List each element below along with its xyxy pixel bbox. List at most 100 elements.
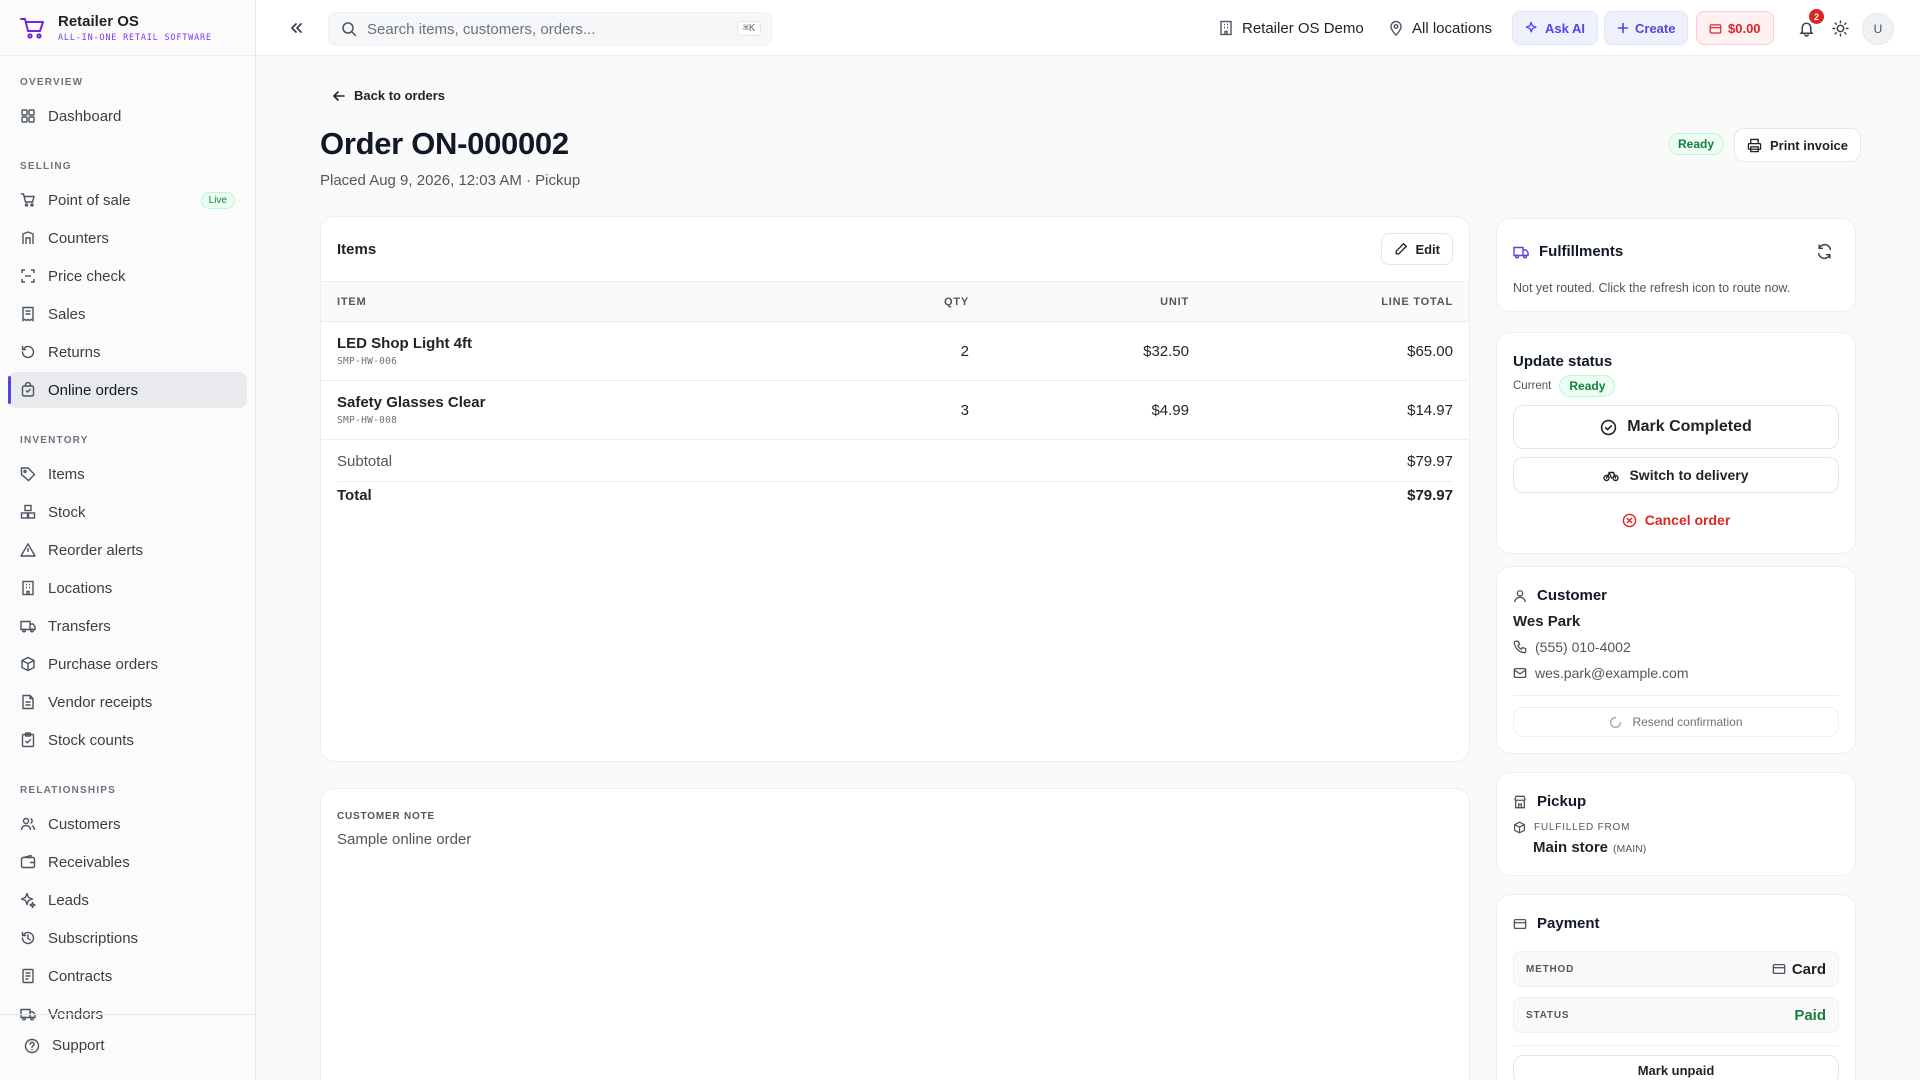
resend-label: Resend confirmation [1632, 715, 1743, 729]
item-qty: 2 [869, 321, 969, 381]
customer-phone-text: (555) 010-4002 [1535, 639, 1631, 655]
fulfillments-title: Fulfillments [1539, 243, 1624, 260]
sidebar-item-label: Returns [48, 343, 101, 361]
sidebar-footer: Support [0, 1014, 255, 1080]
payment-status-row: STATUS Paid [1513, 997, 1839, 1033]
store-switcher[interactable]: Retailer OS Demo [1218, 0, 1364, 56]
avatar[interactable]: U [1862, 13, 1894, 45]
sidebar-item-point-of-sale[interactable]: Point of sale Live [8, 182, 247, 218]
route-refresh-button[interactable] [1816, 243, 1833, 260]
subtotal-value: $79.97 [1407, 453, 1453, 470]
customer-phone[interactable]: (555) 010-4002 [1513, 639, 1631, 655]
mark-unpaid-button[interactable]: Mark unpaid [1513, 1055, 1839, 1080]
theme-toggle[interactable] [1832, 0, 1849, 56]
ask-ai-button[interactable]: Ask AI [1512, 11, 1598, 45]
sidebar-item-stock[interactable]: Stock [8, 494, 247, 530]
sidebar-item-returns[interactable]: Returns [8, 334, 247, 370]
edit-items-button[interactable]: Edit [1381, 233, 1453, 265]
customer-note-text: Sample online order [337, 831, 472, 848]
sidebar-item-leads[interactable]: Leads [8, 882, 247, 918]
sidebar-item-online-orders[interactable]: Online orders [8, 372, 247, 408]
status-badge: Ready [1668, 133, 1725, 155]
sidebar-item-purchase-orders[interactable]: Purchase orders [8, 646, 247, 682]
truck-icon [20, 620, 36, 633]
bag-icon [21, 382, 35, 397]
brand-tagline: ALL-IN-ONE RETAIL SOFTWARE [58, 32, 212, 43]
collapse-sidebar-button[interactable] [286, 18, 306, 38]
customer-email[interactable]: wes.park@example.com [1513, 665, 1689, 681]
mark-completed-label: Mark Completed [1627, 418, 1752, 435]
item-line-total: $14.97 [1189, 380, 1469, 440]
package-icon [1514, 821, 1525, 834]
item-unit-price: $4.99 [969, 380, 1189, 440]
sidebar-item-items[interactable]: Items [8, 456, 247, 492]
cash-drawer-button[interactable]: $0.00 [1696, 11, 1774, 45]
pickup-card: Pickup FULFILLED FROM Main store (MAIN) [1496, 772, 1856, 876]
history-icon [21, 931, 35, 945]
items-card: Items Edit ITEM QTY UNIT LINE TOTAL LED … [320, 216, 1470, 762]
item-line-total: $65.00 [1189, 321, 1469, 381]
cancel-order-button[interactable]: Cancel order [1513, 505, 1839, 535]
location-name: All locations [1412, 19, 1493, 37]
create-button[interactable]: Create [1604, 11, 1689, 45]
payment-method-label: METHOD [1526, 963, 1575, 975]
sun-icon [1832, 19, 1849, 37]
bike-icon [1603, 471, 1620, 482]
col-line-total: LINE TOTAL [1189, 281, 1469, 322]
sidebar-item-transfers[interactable]: Transfers [8, 608, 247, 644]
mark-completed-button[interactable]: Mark Completed [1513, 405, 1839, 449]
sidebar-item-label: Locations [48, 579, 113, 597]
customer-note-card: CUSTOMER NOTE Sample online order [320, 788, 1470, 1080]
nav-section-relationships: RELATIONSHIPS [20, 784, 116, 796]
register-icon [1709, 23, 1722, 34]
sidebar-item-contracts[interactable]: Contracts [8, 958, 247, 994]
sidebar-item-stock-counts[interactable]: Stock counts [8, 722, 247, 758]
cart-icon [20, 193, 35, 207]
support-link[interactable]: Support [24, 1037, 105, 1054]
search-input[interactable] [367, 20, 727, 38]
fulfilled-from: FULFILLED FROM [1513, 821, 1630, 834]
sidebar-item-locations[interactable]: Locations [8, 570, 247, 606]
wallet-icon [20, 854, 36, 869]
back-label: Back to orders [354, 88, 446, 103]
boxes-icon [20, 504, 36, 519]
sidebar-item-customers[interactable]: Customers [8, 806, 247, 842]
search-bar[interactable]: ⌘K [328, 12, 772, 46]
sidebar-item-vendor-receipts[interactable]: Vendor receipts [8, 684, 247, 720]
sidebar-item-sales[interactable]: Sales [8, 296, 247, 332]
item-unit-price: $32.50 [969, 321, 1189, 381]
sidebar-item-price-check[interactable]: Price check [8, 258, 247, 294]
switch-to-delivery-button[interactable]: Switch to delivery [1513, 457, 1839, 493]
sidebar-item-receivables[interactable]: Receivables [8, 844, 247, 880]
customer-note-label: CUSTOMER NOTE [337, 811, 435, 822]
sidebar-item-label: Counters [48, 229, 109, 247]
sidebar-item-dashboard[interactable]: Dashboard [8, 98, 247, 134]
sidebar-item-label: Purchase orders [48, 655, 159, 673]
sidebar-item-subscriptions[interactable]: Subscriptions [8, 920, 247, 956]
pickup-store-code: (MAIN) [1613, 843, 1647, 855]
brand[interactable]: Retailer OS ALL-IN-ONE RETAIL SOFTWARE [0, 0, 255, 56]
arrow-left-icon [333, 90, 345, 101]
cart-logo-icon [18, 14, 46, 42]
tag-icon [20, 467, 36, 482]
fulfilled-from-label: FULFILLED FROM [1534, 822, 1631, 833]
item-qty: 3 [869, 380, 969, 440]
col-item: ITEM [321, 281, 869, 322]
sidebar-item-label: Receivables [48, 853, 130, 871]
sidebar-item-label: Vendor receipts [48, 693, 153, 711]
back-to-orders-link[interactable]: Back to orders [332, 88, 445, 103]
order-subtitle: Placed Aug 9, 2026, 12:03 AM · Pickup [320, 172, 581, 189]
item-sku: SMP-HW-008 [337, 415, 398, 426]
print-invoice-button[interactable]: Print invoice [1734, 128, 1862, 162]
resend-confirmation-button[interactable]: Resend confirmation [1513, 707, 1839, 737]
location-switcher[interactable]: All locations [1388, 0, 1492, 56]
nav-section-inventory: INVENTORY [20, 434, 89, 446]
sidebar-item-label: Items [48, 465, 85, 483]
edit-label: Edit [1415, 241, 1440, 257]
sidebar-item-counters[interactable]: Counters [8, 220, 247, 256]
user-icon [1514, 589, 1526, 602]
x-circle-icon [1622, 513, 1636, 527]
notifications-button[interactable] [1798, 0, 1815, 56]
payment-method: Card [1772, 961, 1826, 978]
sidebar-item-reorder-alerts[interactable]: Reorder alerts [8, 532, 247, 568]
